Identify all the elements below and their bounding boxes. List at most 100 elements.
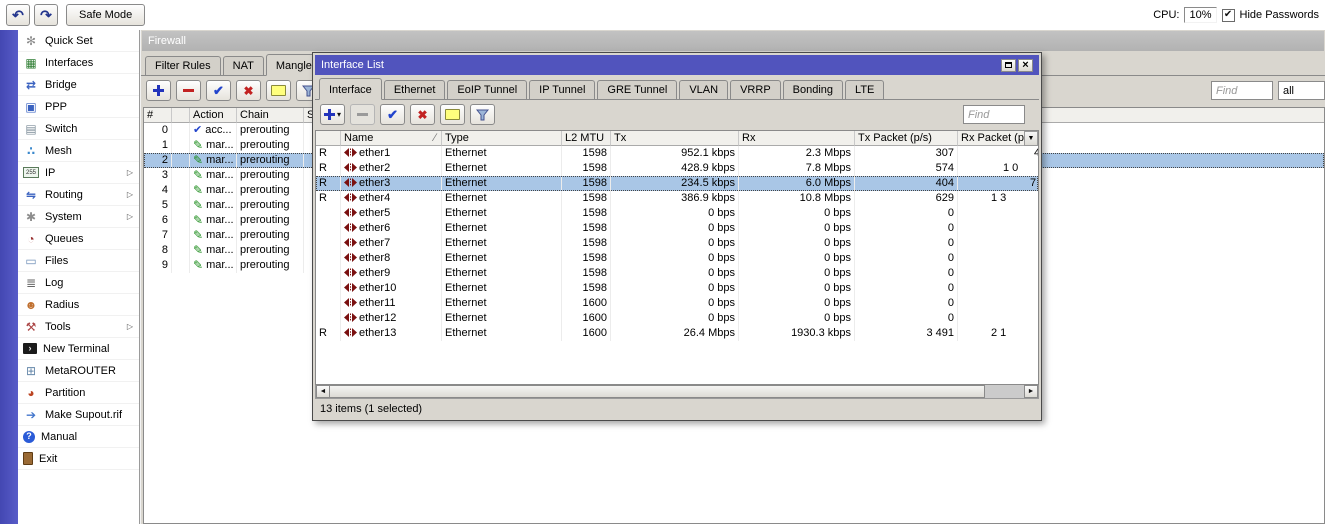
interface-row-ether4[interactable]: Rether4 Ethernet 1598 386.9 kbps 10.8 Mbps 62…: [316, 191, 1038, 206]
firewall-tab-nat[interactable]: NAT: [222, 56, 264, 75]
column-selector-button[interactable]: ▼: [1024, 131, 1038, 146]
sidebar-item-quick-set[interactable]: Quick Set: [18, 30, 139, 52]
interface-row-ether10[interactable]: ether10 Ethernet 1598 0 bps 0 bps 0: [316, 281, 1038, 296]
enable-rule-button[interactable]: [206, 80, 231, 101]
name-cell: ether7: [341, 236, 442, 251]
add-rule-button[interactable]: [146, 80, 171, 101]
sidebar-item-radius[interactable]: Radius: [18, 294, 139, 316]
sidebar-item-partition[interactable]: Partition: [18, 382, 139, 404]
filter-button[interactable]: [470, 104, 496, 125]
interface-row-ether1[interactable]: Rether1 Ethernet 1598 952.1 kbps 2.3 Mbps 307…: [316, 146, 1038, 161]
action-cell: mar...: [190, 153, 237, 168]
firewall-filter-select[interactable]: all: [1278, 81, 1325, 100]
sidebar-item-ppp[interactable]: PPP: [18, 96, 139, 118]
action-cell: acc...: [190, 123, 237, 138]
tx-packet-cell: 0: [855, 296, 958, 311]
interface-name: ether13: [359, 327, 397, 339]
log-icon: [23, 276, 39, 290]
interface-tab-vlan[interactable]: VLAN: [679, 80, 729, 99]
sidebar-item-routing[interactable]: Routing ▷: [18, 184, 139, 206]
interface-tab-lte[interactable]: LTE: [845, 80, 885, 99]
disable-rule-button[interactable]: [236, 80, 261, 101]
sidebar-item-ip[interactable]: 255 IP ▷: [18, 162, 139, 184]
column-header[interactable]: #: [144, 108, 172, 123]
remove-interface-button[interactable]: [350, 104, 376, 125]
interface-tab-vrrp[interactable]: VRRP: [730, 80, 781, 99]
add-interface-button[interactable]: ▾: [320, 104, 346, 125]
sidebar-item-exit[interactable]: Exit: [18, 448, 139, 470]
column-header[interactable]: Name ∕: [341, 131, 442, 146]
type-cell: Ethernet: [442, 206, 562, 221]
interface-row-ether8[interactable]: ether8 Ethernet 1598 0 bps 0 bps 0: [316, 251, 1038, 266]
firewall-find-input[interactable]: [1211, 81, 1273, 100]
column-header[interactable]: [172, 108, 190, 123]
sidebar-item-tools[interactable]: Tools ▷: [18, 316, 139, 338]
triangle-down-icon: ▼: [1027, 135, 1035, 142]
interface-row-ether13[interactable]: Rether13 Ethernet 1600 26.4 Mbps 1930.3 kbps…: [316, 326, 1038, 341]
sidebar-item-switch[interactable]: Switch: [18, 118, 139, 140]
redo-button[interactable]: ↷: [34, 4, 58, 26]
comment-button[interactable]: [266, 80, 291, 101]
files-icon: [23, 254, 39, 268]
hide-passwords-checkbox[interactable]: ✔: [1221, 8, 1235, 22]
interface-row-ether7[interactable]: ether7 Ethernet 1598 0 bps 0 bps 0: [316, 236, 1038, 251]
column-header[interactable]: Chain: [237, 108, 304, 123]
interface-tab-bonding[interactable]: Bonding: [782, 80, 844, 99]
remove-rule-button[interactable]: [176, 80, 201, 101]
l2mtu-cell: 1598: [562, 161, 611, 176]
column-header[interactable]: [316, 131, 341, 146]
firewall-tab-filter-rules[interactable]: Filter Rules: [145, 56, 221, 75]
sidebar-item-queues[interactable]: Queues: [18, 228, 139, 250]
sidebar-item-manual[interactable]: Manual: [18, 426, 139, 448]
sidebar: Quick Set Interfaces Bridge PPP Switch Mesh 25…: [0, 30, 140, 524]
sidebar-item-log[interactable]: Log: [18, 272, 139, 294]
column-header[interactable]: Tx: [611, 131, 739, 146]
firewall-titlebar[interactable]: Firewall: [142, 31, 1324, 51]
cpu-label: CPU:: [1153, 9, 1180, 21]
sidebar-item-bridge[interactable]: Bridge: [18, 74, 139, 96]
enable-interface-button[interactable]: [380, 104, 406, 125]
sidebar-item-make-supout-rif[interactable]: Make Supout.rif: [18, 404, 139, 426]
sidebar-item-mesh[interactable]: Mesh: [18, 140, 139, 162]
interface-row-ether12[interactable]: ether12 Ethernet 1600 0 bps 0 bps 0: [316, 311, 1038, 326]
disable-interface-button[interactable]: [410, 104, 436, 125]
interface-list-titlebar[interactable]: Interface List ×: [315, 55, 1039, 75]
interface-row-ether11[interactable]: ether11 Ethernet 1600 0 bps 0 bps 0: [316, 296, 1038, 311]
maximize-button[interactable]: [1001, 58, 1016, 72]
rx-packet-cell: [958, 296, 1038, 311]
interface-tab-gre-tunnel[interactable]: GRE Tunnel: [597, 80, 678, 99]
queues-icon: [23, 232, 39, 246]
interface-row-ether6[interactable]: ether6 Ethernet 1598 0 bps 0 bps 0: [316, 221, 1038, 236]
column-header[interactable]: Rx: [739, 131, 855, 146]
interface-find-input[interactable]: [963, 105, 1025, 124]
scrollbar-thumb[interactable]: [330, 385, 985, 398]
sidebar-item-new-terminal[interactable]: New Terminal: [18, 338, 139, 360]
column-header[interactable]: Action: [190, 108, 237, 123]
interface-tab-interface[interactable]: Interface: [319, 78, 382, 100]
scroll-left-button[interactable]: ◄: [316, 385, 330, 398]
sidebar-item-metarouter[interactable]: MetaROUTER: [18, 360, 139, 382]
column-header[interactable]: Type: [442, 131, 562, 146]
interface-tab-ethernet[interactable]: Ethernet: [383, 80, 446, 99]
sidebar-item-interfaces[interactable]: Interfaces: [18, 52, 139, 74]
column-header[interactable]: Tx Packet (p/s): [855, 131, 958, 146]
flag-cell: [172, 198, 190, 213]
comment-button[interactable]: [440, 104, 466, 125]
sidebar-item-system[interactable]: System ▷: [18, 206, 139, 228]
scroll-right-button[interactable]: ►: [1024, 385, 1038, 398]
undo-button[interactable]: ↶: [6, 4, 30, 26]
sidebar-item-files[interactable]: Files: [18, 250, 139, 272]
interface-row-ether5[interactable]: ether5 Ethernet 1598 0 bps 0 bps 0: [316, 206, 1038, 221]
column-header[interactable]: L2 MTU: [562, 131, 611, 146]
scrollbar-track[interactable]: [985, 385, 1024, 398]
interface-row-ether9[interactable]: ether9 Ethernet 1598 0 bps 0 bps 0: [316, 266, 1038, 281]
interface-tab-eoip-tunnel[interactable]: EoIP Tunnel: [447, 80, 528, 99]
safe-mode-button[interactable]: Safe Mode: [66, 4, 146, 26]
interface-row-ether3[interactable]: Rether3 Ethernet 1598 234.5 kbps 6.0 Mbps 404…: [316, 176, 1038, 191]
close-button[interactable]: ×: [1018, 58, 1033, 72]
interface-tab-ip-tunnel[interactable]: IP Tunnel: [529, 80, 596, 99]
flag-cell: [172, 183, 190, 198]
rx-packet-cell: [958, 236, 1038, 251]
interface-row-ether2[interactable]: Rether2 Ethernet 1598 428.9 kbps 7.8 Mbps 574…: [316, 161, 1038, 176]
cpu-value: 10%: [1184, 7, 1217, 23]
